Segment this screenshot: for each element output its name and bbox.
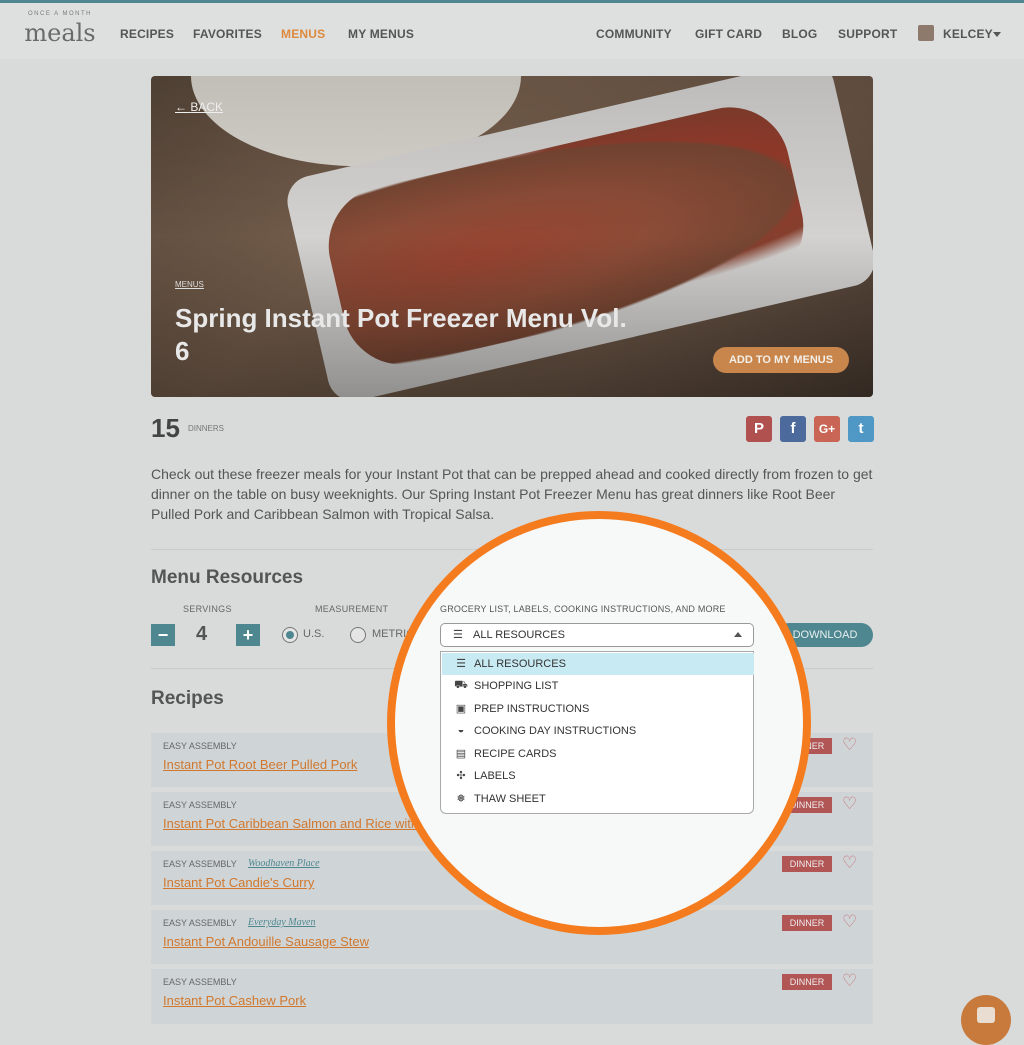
servings-label: SERVINGS [183, 604, 232, 614]
dropdown-option-label: LABELS [474, 770, 516, 782]
meal-badge: DINNER [782, 856, 832, 872]
list-item[interactable]: EASY ASSEMBLY Everyday Maven Instant Pot… [151, 910, 873, 964]
recipe-title-link[interactable]: Instant Pot Cashew Pork [163, 993, 306, 1008]
avatar[interactable] [918, 25, 934, 41]
dropdown-option-all-resources[interactable]: ☰ ALL RESOURCES [442, 653, 754, 675]
logo-tagline: ONCE A MONTH [27, 11, 92, 17]
dropdown-option-recipe-cards[interactable]: ▤ RECIPE CARDS [442, 743, 754, 765]
measurement-label: MEASUREMENT [315, 604, 389, 614]
nav-gift-card[interactable]: GIFT CARD [695, 27, 762, 41]
pan-icon: ◒ [457, 724, 465, 736]
google-plus-icon[interactable]: G+ [814, 416, 840, 442]
dropdown-option-label: COOKING DAY INSTRUCTIONS [474, 725, 637, 737]
prep-icon: ▣ [455, 703, 467, 715]
top-navigation: ONCE A MONTH meals RECIPES FAVORITES MEN… [0, 3, 1024, 59]
meal-badge: DINNER [782, 974, 832, 990]
label-icon: ✣ [456, 770, 466, 782]
favorite-heart-icon[interactable]: ♡ [842, 912, 857, 932]
nav-support[interactable]: SUPPORT [838, 27, 897, 41]
servings-increase-button[interactable]: + [236, 624, 260, 646]
us-radio-label: U.S. [303, 628, 325, 640]
pinterest-icon[interactable]: P [746, 416, 772, 442]
dropdown-option-cooking-day-instructions[interactable]: ◒ COOKING DAY INSTRUCTIONS [442, 720, 754, 742]
recipe-type: EASY ASSEMBLY [163, 859, 237, 869]
recipes-heading: Recipes [151, 688, 224, 709]
dropdown-option-prep-instructions[interactable]: ▣ PREP INSTRUCTIONS [442, 698, 754, 720]
recipe-type: EASY ASSEMBLY [163, 741, 237, 751]
dropdown-option-thaw-sheet[interactable]: ❅ THAW SHEET [442, 788, 754, 810]
dropdown-option-label: SHOPPING LIST [474, 680, 559, 692]
favorite-heart-icon[interactable]: ♡ [842, 853, 857, 873]
favorite-heart-icon[interactable]: ♡ [842, 735, 857, 755]
facebook-icon[interactable]: f [780, 416, 806, 442]
dropdown-option-shopping-list[interactable]: ⛟ SHOPPING LIST [442, 675, 754, 697]
site-logo[interactable]: ONCE A MONTH meals [22, 11, 98, 53]
user-menu-name[interactable]: KELCEY [943, 27, 993, 41]
card-icon: ▤ [455, 748, 467, 760]
dinner-count-label: DINNERS [188, 424, 225, 433]
nav-recipes[interactable]: RECIPES [120, 27, 174, 41]
dropdown-option-label: THAW SHEET [474, 793, 546, 805]
nav-blog[interactable]: BLOG [782, 27, 817, 41]
hero-category-link[interactable]: MENUS [175, 280, 204, 289]
menu-description: Check out these freezer meals for your I… [151, 466, 873, 522]
hero-banner: ← BACK MENUS Spring Instant Pot Freezer … [151, 76, 873, 397]
servings-value: 4 [196, 623, 208, 645]
thaw-icon: ❅ [456, 793, 466, 805]
list-item[interactable]: EASY ASSEMBLY Instant Pot Cashew Pork DI… [151, 969, 873, 1024]
dropdown-option-label: RECIPE CARDS [474, 748, 557, 760]
recipe-author-link[interactable]: Woodhaven Place [248, 858, 320, 869]
dropdown-option-labels[interactable]: ✣ LABELS [442, 765, 754, 787]
meal-badge: DINNER [782, 915, 832, 931]
recipe-author-link[interactable]: Everyday Maven [248, 917, 315, 928]
recipe-title-link[interactable]: Instant Pot Root Beer Pulled Pork [163, 757, 357, 772]
favorite-heart-icon[interactable]: ♡ [842, 971, 857, 991]
cart-icon: ⛟ [454, 679, 468, 691]
metric-radio[interactable] [350, 627, 366, 643]
resources-dropdown-label: GROCERY LIST, LABELS, COOKING INSTRUCTIO… [440, 604, 726, 614]
logo-wordmark: meals [24, 19, 96, 47]
page-title: Spring Instant Pot Freezer Menu Vol. 6 [175, 303, 627, 366]
servings-decrease-button[interactable]: − [151, 624, 175, 646]
chevron-down-icon[interactable] [993, 32, 1001, 37]
nav-my-menus[interactable]: MY MENUS [348, 27, 414, 41]
chat-bubble-icon[interactable] [961, 995, 1011, 1045]
recipe-title-link[interactable]: Instant Pot Andouille Sausage Stew [163, 934, 369, 949]
resources-dropdown-value: ALL RESOURCES [473, 629, 565, 641]
recipe-type: EASY ASSEMBLY [163, 918, 237, 928]
nav-favorites[interactable]: FAVORITES [193, 27, 262, 41]
recipe-title-link[interactable]: Instant Pot Candie's Curry [163, 875, 314, 890]
add-to-my-menus-button[interactable]: ADD TO MY MENUS [713, 347, 849, 373]
list-icon: ☰ [456, 658, 466, 670]
favorite-heart-icon[interactable]: ♡ [842, 794, 857, 814]
dropdown-option-label: PREP INSTRUCTIONS [474, 703, 590, 715]
menu-resources-heading: Menu Resources [151, 567, 304, 588]
chevron-up-icon [734, 632, 742, 637]
dinner-count: 15 [151, 413, 180, 443]
back-label: BACK [190, 100, 224, 114]
twitter-icon[interactable]: t [848, 416, 874, 442]
resources-dropdown[interactable]: ☰ ALL RESOURCES [440, 623, 754, 647]
us-radio[interactable] [282, 627, 298, 643]
nav-community[interactable]: COMMUNITY [596, 27, 672, 41]
back-link[interactable]: ← BACK [175, 100, 223, 114]
recipe-type: EASY ASSEMBLY [163, 800, 237, 810]
dropdown-option-label: ALL RESOURCES [474, 658, 566, 670]
nav-menus[interactable]: MENUS [281, 27, 325, 41]
recipe-type: EASY ASSEMBLY [163, 977, 237, 987]
list-icon: ☰ [453, 629, 463, 641]
resources-dropdown-menu: ☰ ALL RESOURCES ⛟ SHOPPING LIST ▣ PREP I… [440, 651, 754, 814]
